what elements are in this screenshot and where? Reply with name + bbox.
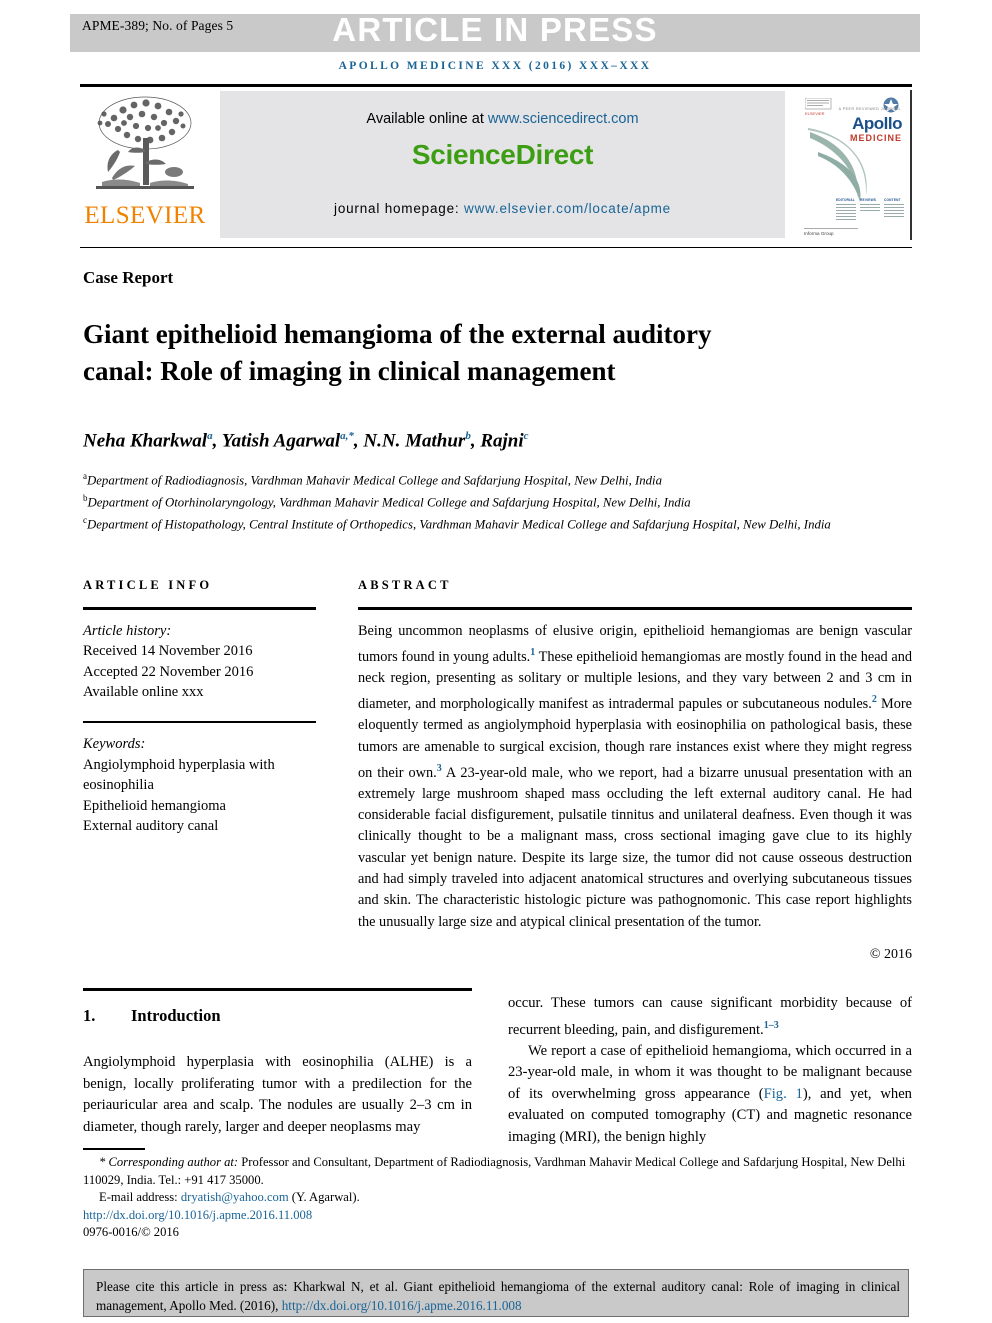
cover-column-heading: REVIEWS bbox=[860, 198, 877, 203]
keyword-item: External auditory canal bbox=[83, 818, 219, 834]
page-title: Giant epithelioid hemangioma of the exte… bbox=[83, 319, 712, 387]
article-info-section: ARTICLE INFO Article history: Received 1… bbox=[83, 578, 316, 837]
sciencedirect-link[interactable]: www.sciencedirect.com bbox=[488, 111, 639, 127]
sciencedirect-logo: ScienceDirect bbox=[411, 139, 594, 170]
affiliation-list: aDepartment of Radiodiagnosis, Vardhman … bbox=[83, 468, 883, 533]
keywords-rule bbox=[83, 720, 316, 723]
section-heading-introduction: 1. Introduction bbox=[83, 1006, 472, 1026]
abstract-copyright: © 2016 bbox=[869, 946, 912, 962]
cover-column: REVIEWS bbox=[860, 198, 880, 222]
available-online-date: Available online xxx bbox=[83, 684, 204, 700]
journal-cover-art: ELSEVIER A PEER REVIEWED JOURNAL Apollo … bbox=[798, 90, 910, 240]
issn-copyright: 0976-0016/© 2016 bbox=[83, 1225, 179, 1239]
cover-column-heading: EDITORIAL bbox=[836, 198, 855, 203]
masthead-bottom-rule bbox=[80, 247, 912, 248]
journal-cover-thumbnail: ELSEVIER A PEER REVIEWED JOURNAL Apollo … bbox=[798, 90, 912, 240]
sciencedirect-panel: Available online at www.sciencedirect.co… bbox=[220, 91, 785, 238]
author-list: Neha Kharkwala, Yatish Agarwala,*, N.N. … bbox=[83, 430, 529, 452]
introduction-rule bbox=[83, 988, 472, 991]
abstract-heading: ABSTRACT bbox=[358, 578, 452, 592]
cover-column-heading: CONTENT bbox=[884, 198, 901, 203]
cover-footer: Informa Group bbox=[804, 228, 858, 236]
citation-notice-text: Please cite this article in press as: Kh… bbox=[96, 1279, 900, 1313]
apollo-hospital-logo-icon bbox=[883, 97, 899, 113]
cover-title: Apollo bbox=[852, 114, 902, 133]
masthead-top-rule bbox=[80, 84, 912, 87]
elsevier-tree-icon bbox=[96, 96, 194, 189]
journal-homepage-line: journal homepage: www.elsevier.com/locat… bbox=[220, 201, 785, 216]
available-online-line: Available online at www.sciencedirect.co… bbox=[220, 111, 785, 127]
article-info-heading: ARTICLE INFO bbox=[83, 578, 213, 592]
cover-subtitle: MEDICINE bbox=[849, 133, 902, 143]
doi-link[interactable]: http://dx.doi.org/10.1016/j.apme.2016.11… bbox=[83, 1207, 913, 1225]
cover-footer-text: Informa Group bbox=[804, 231, 834, 236]
keyword-item: Epithelioid hemangioma bbox=[83, 797, 226, 814]
cover-column: EDITORIAL bbox=[836, 198, 856, 222]
affiliation-text: Department of Radiodiagnosis, Vardhman M… bbox=[87, 473, 662, 488]
received-date: Received 14 November 2016 bbox=[83, 643, 253, 659]
accepted-date: Accepted 22 November 2016 bbox=[83, 663, 254, 680]
abstract-body: Being uncommon neoplasms of elusive orig… bbox=[358, 622, 913, 930]
keywords-label: Keywords: bbox=[83, 736, 146, 752]
introduction-paragraph-right-1: occur. These tumors can cause significan… bbox=[508, 995, 912, 1038]
article-info-rule bbox=[83, 607, 316, 610]
cover-tagline: A PEER REVIEWED JOURNAL bbox=[838, 107, 901, 111]
footnote-rule bbox=[83, 1148, 145, 1150]
journal-homepage-link[interactable]: www.elsevier.com/locate/apme bbox=[464, 201, 671, 216]
article-history-label: Article history: bbox=[83, 622, 172, 639]
cover-publisher-logo-icon: ELSEVIER bbox=[805, 98, 832, 116]
body-column-left: 1. Introduction Angiolymphoid hyperplasia… bbox=[83, 1000, 472, 1138]
section-title: Introduction bbox=[131, 1006, 221, 1025]
elsevier-logo: ELSEVIER bbox=[82, 90, 208, 238]
article-history-block: Article history: Received 14 November 20… bbox=[83, 621, 316, 703]
footnote-block: * Corresponding author at: Professor and… bbox=[83, 1154, 913, 1242]
affiliation-item: aDepartment of Radiodiagnosis, Vardhman … bbox=[83, 468, 883, 490]
introduction-paragraph-left: Angiolymphoid hyperplasia with eosinophi… bbox=[83, 1054, 472, 1135]
journal-homepage-prefix: journal homepage: bbox=[334, 201, 464, 216]
affiliation-item: bDepartment of Otorhinolaryngology, Vard… bbox=[83, 490, 883, 512]
elsevier-wordmark: ELSEVIER bbox=[84, 202, 206, 229]
article-type-label: Case Report bbox=[83, 268, 174, 287]
citation-notice-box: Please cite this article in press as: Kh… bbox=[83, 1269, 909, 1317]
proof-id-label: APME-389; No. of Pages 5 bbox=[82, 18, 234, 33]
abstract-rule bbox=[358, 607, 912, 610]
article-page: ARTICLE IN PRESS APME-389; No. of Pages … bbox=[0, 0, 992, 1323]
keywords-block: Keywords: Angiolymphoid hyperplasia with… bbox=[83, 734, 316, 837]
body-column-right: occur. These tumors can cause significan… bbox=[508, 993, 912, 1148]
corresponding-author-note: * Corresponding author at: Professor and… bbox=[83, 1155, 906, 1187]
affiliation-text: Department of Otorhinolaryngology, Vardh… bbox=[87, 495, 691, 510]
keyword-item: Angiolymphoid hyperplasia with eosinophi… bbox=[83, 756, 275, 794]
journal-masthead: ELSEVIER Available online at www.science… bbox=[80, 84, 912, 240]
affiliation-item: cDepartment of Histopathology, Central I… bbox=[83, 512, 883, 534]
svg-text:ELSEVIER: ELSEVIER bbox=[805, 111, 825, 116]
cover-contents-columns: EDITORIAL REVIEWS CONTENT bbox=[836, 198, 904, 222]
affiliation-text: Department of Histopathology, Central In… bbox=[87, 516, 831, 531]
introduction-paragraph-right-2: We report a case of epithelioid hemangio… bbox=[508, 1042, 912, 1145]
journal-citation-line: APOLLO MEDICINE XXX (2016) XXX–XXX bbox=[338, 60, 652, 72]
cover-column: CONTENT bbox=[884, 198, 904, 222]
email-address-note: E-mail address: dryatish@yahoo.com (Y. A… bbox=[99, 1190, 360, 1204]
available-online-prefix: Available online at bbox=[366, 111, 488, 127]
section-number: 1. bbox=[83, 1006, 96, 1025]
abstract-section: ABSTRACT Being uncommon neoplasms of elu… bbox=[358, 578, 912, 963]
